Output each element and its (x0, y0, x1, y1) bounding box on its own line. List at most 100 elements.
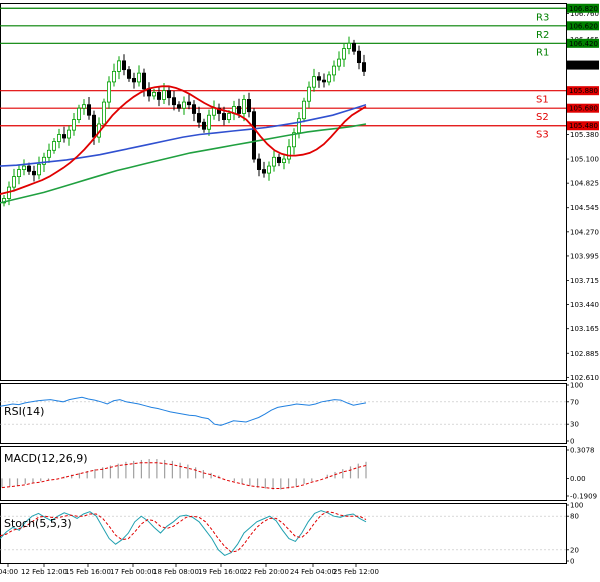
candle-body (77, 107, 82, 121)
price-tick-label: 103.440 (570, 301, 599, 309)
candle-body (266, 165, 271, 174)
level-name-r1: R1 (536, 47, 549, 58)
candle-body (141, 72, 146, 90)
candle-body (251, 111, 256, 160)
candle-body (316, 76, 321, 81)
candle-body (281, 158, 286, 163)
candle-body (311, 76, 316, 88)
candle-body (136, 72, 141, 83)
candle-body (47, 149, 52, 158)
level-price-label: 106.420 (569, 40, 598, 48)
rsi-panel-frame (0, 383, 567, 444)
candle-body (166, 90, 171, 99)
price-tick-label: 104.825 (570, 180, 599, 188)
candle-body (122, 60, 127, 71)
candle-body (301, 100, 306, 120)
candle-body (112, 70, 117, 83)
candle-body (52, 141, 57, 151)
candle-body (361, 62, 366, 72)
candle-body (67, 129, 72, 139)
macd-tick-label: 0.3078 (570, 447, 595, 455)
price-tick-label: 103.995 (570, 252, 599, 260)
candle-body (107, 81, 112, 103)
macd-label: MACD(12,26,9) (4, 452, 88, 465)
rsi-tick-label: 70 (570, 398, 579, 406)
level-price-label: 105.880 (569, 87, 598, 95)
price-tick-label: 104.545 (570, 204, 599, 212)
candle-body (241, 99, 246, 114)
rsi-tick-label: 0 (570, 438, 574, 446)
candle-body (72, 119, 77, 131)
candle-body (57, 134, 62, 142)
candle-body (151, 92, 156, 97)
candle-body (206, 114, 211, 130)
candle-body (246, 99, 251, 113)
candle-body (131, 78, 136, 83)
candle-body (82, 104, 87, 109)
stoch-panel-frame (0, 503, 567, 564)
candle-body (341, 48, 346, 60)
time-tick-label: 19 Feb 16:00 (198, 568, 244, 576)
candle-body (321, 79, 326, 83)
candle-body (21, 165, 26, 170)
candle-body (102, 101, 107, 125)
price-panel[interactable]: 106.820106.760106.465106.172105.880105.6… (0, 3, 599, 382)
level-name-s1: S1 (536, 95, 549, 106)
macd-tick-label: -0.1909 (570, 493, 597, 501)
candle-body (211, 107, 216, 116)
time-tick-label: 18 Feb 08:00 (153, 568, 199, 576)
level-price-label: 105.680 (569, 105, 598, 113)
level-name-s3: S3 (536, 130, 549, 141)
stoch-panel[interactable]: 100 80 20 0 Stoch(5,5,3) (0, 502, 583, 566)
level-name-r3: R3 (536, 12, 549, 23)
rsi-panel[interactable]: 100 70 30 0 RSI(14) (0, 382, 583, 446)
price-tick-label: 105.100 (570, 156, 599, 164)
candle-body (32, 170, 37, 176)
rsi-label: RSI(14) (4, 405, 44, 418)
level-name-r2: R2 (536, 30, 549, 41)
time-tick-label: 15 Feb 16:00 (65, 568, 111, 576)
level-price-label: 105.480 (569, 122, 598, 130)
level-name-s2: S2 (536, 112, 549, 123)
candle-body (92, 114, 97, 138)
candle-body (271, 156, 276, 167)
macd-panel[interactable]: 0.3078 0.00 -0.1909 MACD(12,26,9) (0, 446, 598, 501)
time-tick-label: 12 Feb 12:00 (21, 568, 67, 576)
candle-body (256, 158, 261, 170)
candle-body (62, 134, 67, 139)
price-tick-label: 103.165 (570, 325, 599, 333)
price-tick-label: 103.715 (570, 277, 599, 285)
candle-body (196, 113, 201, 123)
candle-body (276, 156, 281, 163)
candle-body (286, 146, 291, 160)
price-tick-label: 104.270 (570, 228, 599, 236)
candle-body (146, 88, 151, 97)
time-tick-label: 25 Feb 12:00 (333, 568, 379, 576)
current-price-label: 106.172 (569, 62, 598, 70)
candle-body (331, 65, 336, 76)
chart-svg: 106.820106.760106.465106.172105.880105.6… (0, 3, 599, 576)
price-tick-label: 102.885 (570, 350, 599, 358)
candle-body (186, 101, 191, 106)
candle-body (351, 42, 356, 52)
candle-body (16, 169, 21, 177)
candle-body (26, 165, 31, 172)
time-tick-label: 22 Feb 20:00 (243, 568, 289, 576)
time-axis: 04:00 12 Feb 12:0015 Feb 16:00 17 Feb 00:0… (0, 563, 379, 576)
price-panel-frame (0, 3, 567, 381)
time-tick-label: 04:00 (0, 568, 18, 576)
time-tick-label: 24 Feb 04:00 (290, 568, 336, 576)
stoch-tick-label: 20 (570, 546, 579, 554)
rsi-tick-label: 30 (570, 421, 579, 429)
candle-body (161, 90, 166, 100)
candle-body (356, 50, 361, 64)
candle-body (296, 118, 301, 134)
macd-tick-label: 0.00 (570, 475, 586, 483)
candle-body (87, 104, 92, 116)
candle-body (117, 60, 122, 72)
candle-body (127, 69, 132, 79)
candle-body (236, 106, 241, 114)
stoch-tick-label: 80 (570, 513, 579, 521)
candle-body (336, 58, 341, 67)
candle-body (156, 92, 161, 100)
